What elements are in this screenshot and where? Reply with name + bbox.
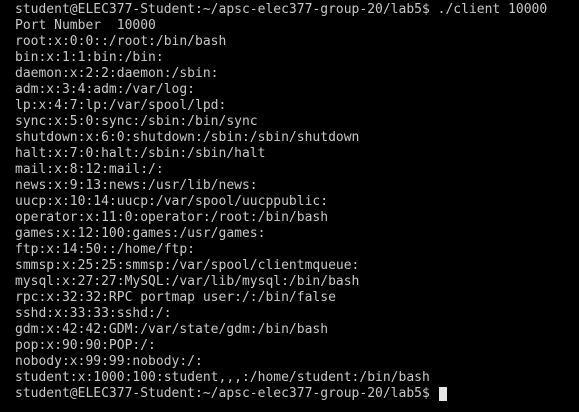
output-line: operator:x:11:0:operator:/root:/bin/bash	[15, 210, 329, 225]
output-line: halt:x:7:0:halt:/sbin:/sbin/halt	[15, 146, 266, 161]
output-line: games:x:12:100:games:/usr/games:	[15, 226, 266, 241]
output-line: mysql:x:27:27:MySQL:/var/lib/mysql:/bin/…	[15, 274, 360, 289]
terminal-window[interactable]: student@ELEC377-Student:~/apsc-elec377-g…	[0, 0, 579, 412]
output-line: nobody:x:99:99:nobody:/:	[15, 354, 203, 369]
output-line: pop:x:90:90:POP:/:	[15, 338, 156, 353]
output-line: student:x:1000:100:student,,,:/home/stud…	[15, 370, 430, 385]
output-line: bin:x:1:1:bin:/bin:	[15, 50, 164, 65]
output-line: sshd:x:33:33:sshd:/:	[15, 306, 172, 321]
output-line: adm:x:3:4:adm:/var/log:	[15, 82, 196, 97]
output-line: ftp:x:14:50::/home/ftp:	[15, 242, 196, 257]
output-line: gdm:x:42:42:GDM:/var/state/gdm:/bin/bash	[15, 322, 329, 337]
output-line: daemon:x:2:2:daemon:/sbin:	[15, 66, 219, 81]
output-line: root:x:0:0::/root:/bin/bash	[15, 34, 227, 49]
output-line: shutdown:x:6:0:shutdown:/sbin:/sbin/shut…	[15, 130, 360, 145]
input-prompt-line[interactable]: student@ELEC377-Student:~/apsc-elec377-g…	[15, 386, 579, 402]
text-cursor	[438, 387, 447, 401]
output-line: lp:x:4:7:lp:/var/spool/lpd:	[15, 98, 227, 113]
output-line: Port Number 10000	[15, 18, 156, 33]
output-line: smmsp:x:25:25:smmsp:/var/spool/clientmqu…	[15, 258, 360, 273]
output-line: news:x:9:13:news:/usr/lib/news:	[15, 178, 258, 193]
output-line: uucp:x:10:14:uucp:/var/spool/uucppublic:	[15, 194, 329, 209]
output-line: mail:x:8:12:mail:/:	[15, 162, 164, 177]
shell-prompt: student@ELEC377-Student:~/apsc-elec377-g…	[15, 386, 438, 401]
command-output: Port Number 10000 root:x:0:0::/root:/bin/…	[15, 18, 579, 386]
command-line: student@ELEC377-Student:~/apsc-elec377-g…	[15, 2, 548, 17]
output-line: sync:x:5:0:sync:/sbin:/bin/sync	[15, 114, 258, 129]
output-line: rpc:x:32:32:RPC portmap user:/:/bin/fals…	[15, 290, 336, 305]
